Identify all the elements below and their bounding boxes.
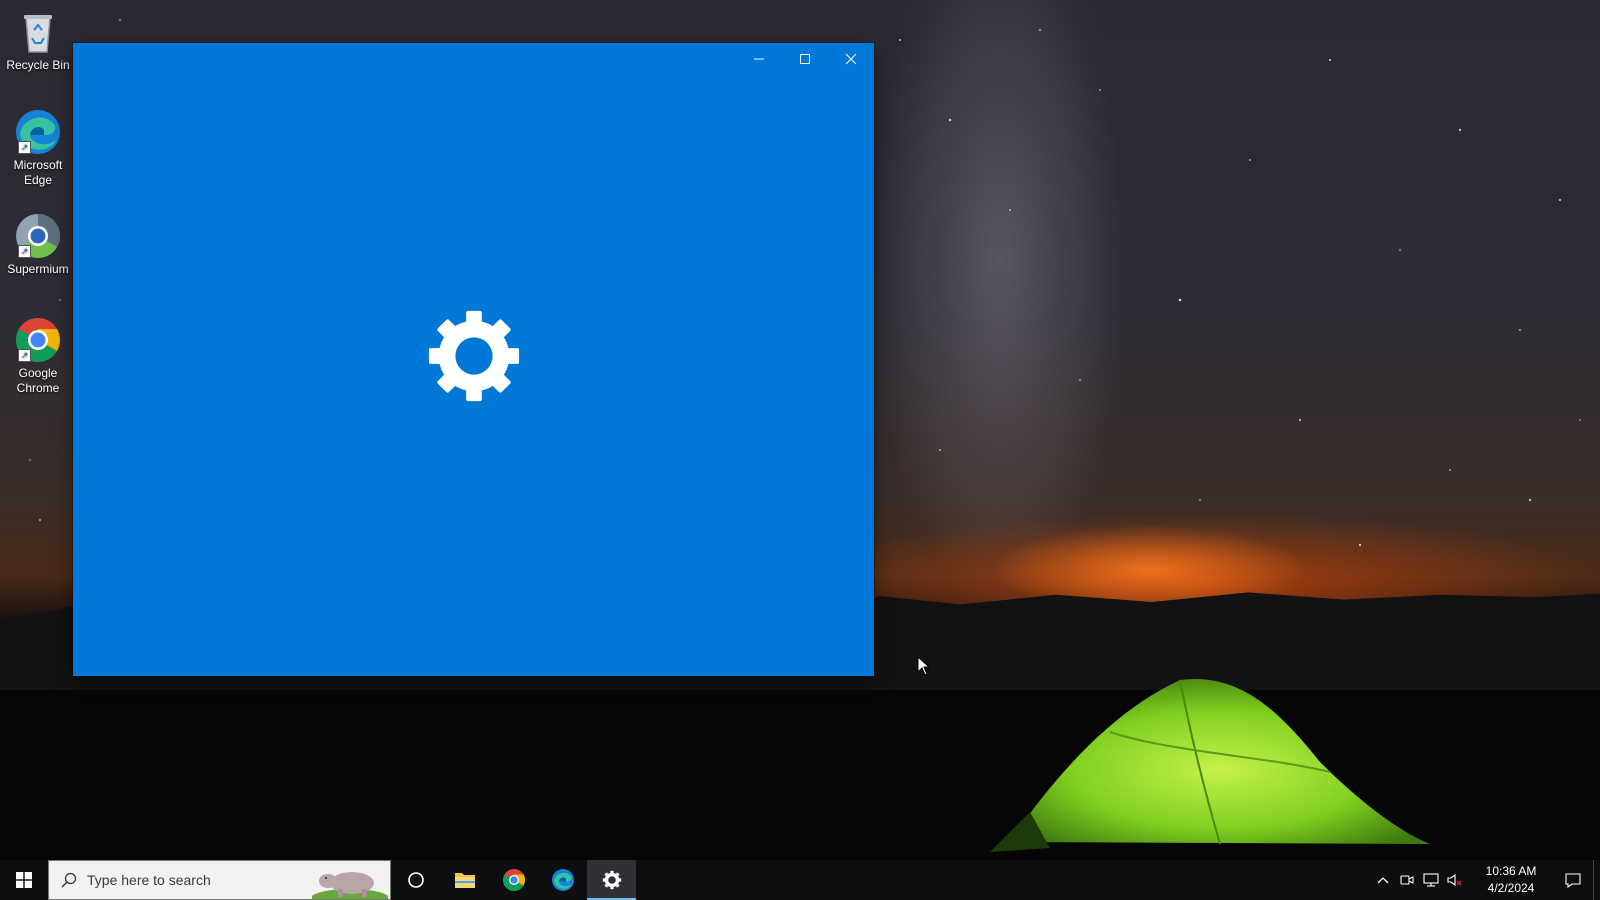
- clock-date: 4/2/2024: [1487, 881, 1535, 895]
- meet-now-button[interactable]: [1395, 860, 1419, 900]
- chevron-up-icon: [1377, 877, 1389, 884]
- shortcut-arrow-icon: ↗: [18, 349, 31, 362]
- file-explorer-icon: [454, 873, 475, 888]
- chrome-icon: ↗: [14, 316, 62, 364]
- glowing-tent: [990, 678, 1430, 852]
- edge-icon: [551, 869, 574, 891]
- minimize-button[interactable]: [736, 43, 782, 75]
- taskbar-file-explorer[interactable]: [440, 860, 489, 900]
- search-highlight-hippo-icon: [312, 872, 388, 899]
- desktop-icon-microsoft-edge[interactable]: ↗ Microsoft Edge: [2, 108, 74, 188]
- start-button[interactable]: [0, 860, 48, 900]
- desktop-icon-label: Microsoft Edge: [13, 158, 63, 187]
- edge-icon: ↗: [14, 108, 62, 156]
- search-icon: [61, 872, 77, 888]
- chrome-icon: [502, 869, 525, 891]
- taskbar-chrome[interactable]: [489, 860, 538, 900]
- network-icon: [1423, 873, 1439, 887]
- settings-window[interactable]: [73, 43, 874, 676]
- taskbar-search-box[interactable]: Type here to search: [48, 860, 391, 900]
- maximize-icon: [800, 54, 810, 64]
- clock-time: 10:36 AM: [1485, 864, 1537, 878]
- desktop-icon-recycle-bin[interactable]: Recycle Bin: [2, 8, 74, 73]
- desktop: Recycle Bin ↗ Microsoft Edge ↗ Supermium: [0, 0, 1600, 900]
- shortcut-arrow-icon: ↗: [18, 245, 31, 258]
- show-hidden-icons-button[interactable]: [1371, 860, 1395, 900]
- close-icon: [845, 53, 857, 65]
- desktop-icon-google-chrome[interactable]: ↗ Google Chrome: [2, 316, 74, 396]
- minimize-icon: [754, 58, 764, 60]
- system-tray: 10:36 AM 4/2/2024: [1371, 860, 1600, 900]
- desktop-icon-label: Supermium: [7, 262, 69, 276]
- window-title-controls: [736, 43, 874, 75]
- network-button[interactable]: [1419, 860, 1443, 900]
- taskbar-clock[interactable]: 10:36 AM 4/2/2024: [1475, 863, 1547, 897]
- supermium-icon: ↗: [14, 212, 62, 260]
- notification-icon: [1565, 873, 1581, 888]
- recycle-bin-icon: [14, 8, 62, 56]
- volume-muted-icon: [1447, 873, 1462, 887]
- desktop-icon-label: Google Chrome: [16, 366, 60, 395]
- meet-now-icon: [1400, 875, 1414, 885]
- maximize-button[interactable]: [782, 43, 828, 75]
- volume-button[interactable]: [1443, 860, 1467, 900]
- close-button[interactable]: [828, 43, 874, 75]
- desktop-icon-supermium[interactable]: ↗ Supermium: [2, 212, 74, 277]
- taskbar: Type here to search 10:36 AM 4/2/2024: [0, 860, 1600, 900]
- search-placeholder: Type here to search: [87, 872, 211, 888]
- taskbar-edge[interactable]: [538, 860, 587, 900]
- mouse-cursor-icon: [917, 656, 931, 676]
- taskbar-settings[interactable]: [587, 860, 636, 900]
- action-center-button[interactable]: [1553, 860, 1593, 900]
- settings-gear-icon: [602, 870, 621, 890]
- windows-logo-icon: [16, 872, 32, 888]
- shortcut-arrow-icon: ↗: [18, 141, 31, 154]
- show-desktop-button[interactable]: [1593, 860, 1600, 900]
- gear-icon: [428, 310, 520, 402]
- task-view-button[interactable]: [391, 860, 440, 900]
- desktop-icon-label: Recycle Bin: [6, 58, 70, 72]
- task-view-icon: [407, 872, 424, 888]
